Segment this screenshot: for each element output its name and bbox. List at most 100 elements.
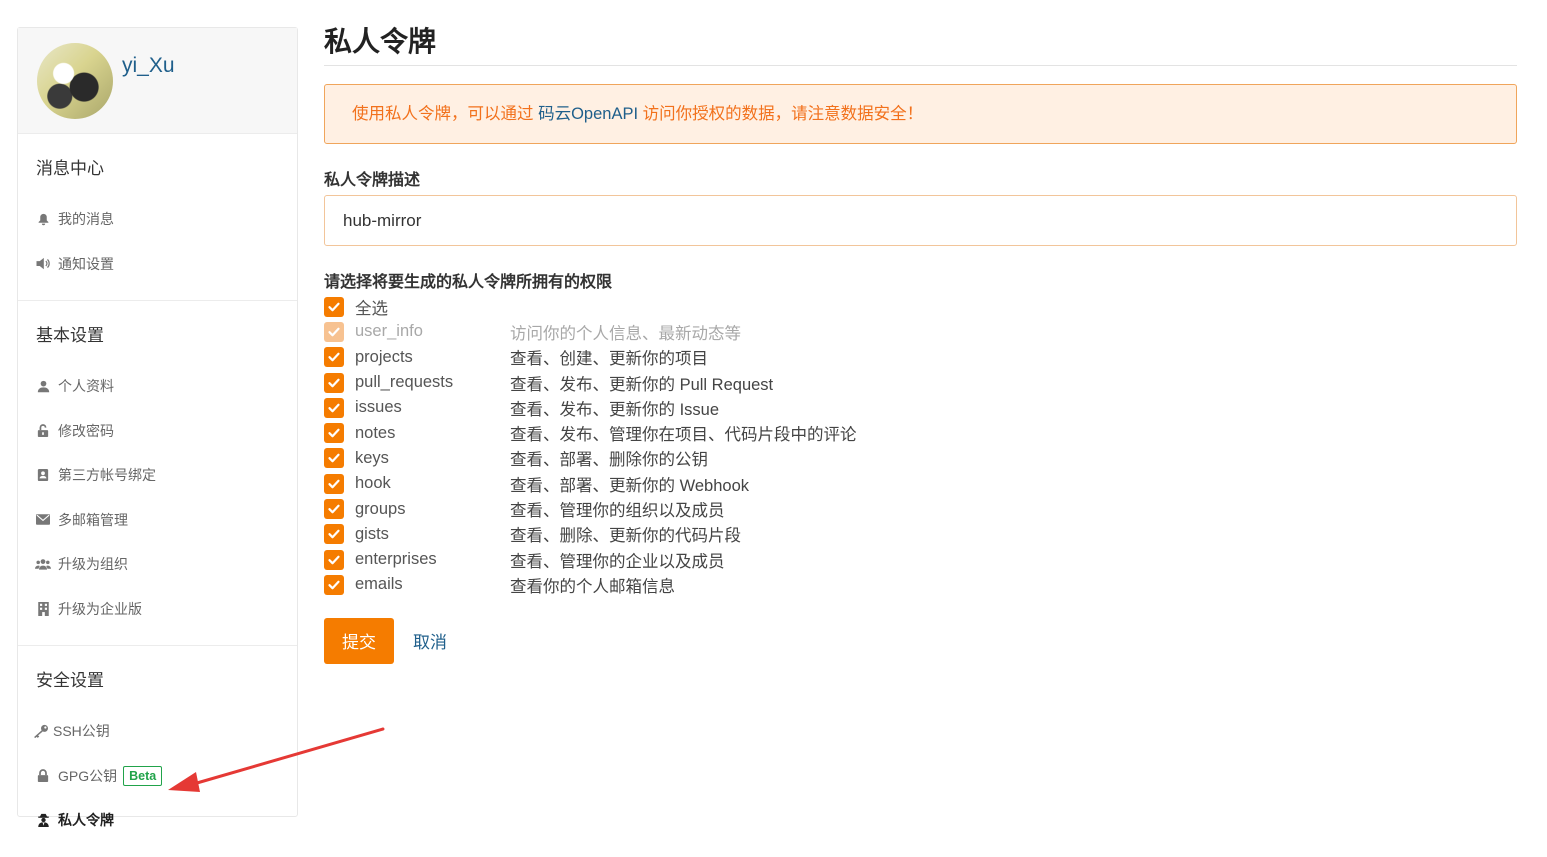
permission-checkbox[interactable] bbox=[324, 372, 344, 393]
sidebar-item-label: 个人资料 bbox=[58, 378, 114, 395]
permission-description: 访问你的个人信息、最新动态等 bbox=[510, 324, 741, 343]
unlock-icon bbox=[35, 423, 51, 438]
section-title: 消息中心 bbox=[36, 159, 104, 178]
notice-text-suffix: 访问你授权的数据，请注意数据安全！ bbox=[638, 105, 924, 123]
profile-header: yi_Xu bbox=[18, 28, 297, 134]
form-actions: 提交 取消 bbox=[324, 617, 1517, 664]
notice-banner: 使用私人令牌，可以通过 码云OpenAPI 访问你授权的数据，请注意数据安全！ bbox=[324, 84, 1517, 144]
address-card-icon bbox=[35, 468, 51, 482]
sidebar-item-change-password[interactable]: 修改密码 bbox=[18, 409, 297, 454]
permission-checkbox bbox=[324, 321, 344, 342]
user-secret-icon bbox=[35, 813, 51, 828]
select-all-label[interactable]: 全选 bbox=[355, 295, 510, 319]
permission-checkbox[interactable] bbox=[324, 473, 344, 494]
permission-description: 查看、发布、更新你的 Issue bbox=[510, 400, 720, 419]
volume-icon bbox=[35, 257, 51, 271]
sidebar-item-email-management[interactable]: 多邮箱管理 bbox=[18, 498, 297, 543]
permission-row: gists 查看、删除、更新你的代码片段 bbox=[324, 522, 1517, 547]
section-title: 基本设置 bbox=[36, 326, 104, 345]
select-all-checkbox[interactable] bbox=[324, 296, 344, 317]
permission-name[interactable]: issues bbox=[355, 398, 510, 417]
permission-description: 查看、删除、更新你的代码片段 bbox=[510, 527, 741, 546]
sidebar-item-upgrade-enterprise[interactable]: 升级为企业版 bbox=[18, 587, 297, 632]
notice-text-prefix: 使用私人令牌，可以通过 bbox=[352, 105, 539, 123]
permissions-label: 请选择将要生成的私人令牌所拥有的权限 bbox=[324, 274, 613, 291]
annotation-arrow bbox=[168, 727, 385, 792]
permission-row: pull_requests 查看、发布、更新你的 Pull Request bbox=[324, 370, 1517, 395]
permission-description: 查看、部署、更新你的 Webhook bbox=[510, 476, 749, 495]
permission-name[interactable]: keys bbox=[355, 449, 510, 468]
sidebar-item-private-tokens[interactable]: 私人令牌 bbox=[18, 798, 297, 843]
permission-name[interactable]: user_info bbox=[355, 322, 510, 341]
key-icon bbox=[33, 724, 49, 739]
permission-name[interactable]: hook bbox=[355, 474, 510, 493]
main-content: 私人令牌 使用私人令牌，可以通过 码云OpenAPI 访问你授权的数据，请注意数… bbox=[324, 20, 1517, 664]
permission-description: 查看、创建、更新你的项目 bbox=[510, 350, 708, 369]
envelope-icon bbox=[35, 513, 51, 527]
section-basic-settings: 基本设置 个人资料 修改密码 第三方帐号绑定 多邮箱管理 升级为组织 升级为企业… bbox=[18, 301, 297, 646]
permission-checkbox[interactable] bbox=[324, 574, 344, 595]
permission-row: issues 查看、发布、更新你的 Issue bbox=[324, 395, 1517, 420]
permission-row: emails 查看你的个人邮箱信息 bbox=[324, 572, 1517, 597]
description-label: 私人令牌描述 bbox=[324, 172, 421, 189]
permission-description: 查看、发布、更新你的 Pull Request bbox=[510, 375, 774, 394]
lock-icon bbox=[35, 768, 51, 783]
permission-checkbox[interactable] bbox=[324, 499, 344, 520]
permission-name[interactable]: groups bbox=[355, 500, 510, 519]
username[interactable]: yi_Xu bbox=[122, 54, 175, 78]
permission-description: 查看你的个人邮箱信息 bbox=[510, 577, 675, 596]
permission-row: hook 查看、部署、更新你的 Webhook bbox=[324, 471, 1517, 496]
permission-row: user_info 访问你的个人信息、最新动态等 bbox=[324, 319, 1517, 344]
permission-checkbox[interactable] bbox=[324, 448, 344, 469]
bell-icon bbox=[35, 212, 51, 226]
permission-description: 查看、部署、删除你的公钥 bbox=[510, 451, 708, 470]
openapi-link[interactable]: 码云OpenAPI bbox=[538, 105, 638, 123]
permission-name[interactable]: projects bbox=[355, 348, 510, 367]
permission-row: projects 查看、创建、更新你的项目 bbox=[324, 345, 1517, 370]
permission-checkbox[interactable] bbox=[324, 347, 344, 368]
permission-row-select-all: 全选 bbox=[324, 294, 1517, 319]
permission-name[interactable]: pull_requests bbox=[355, 373, 510, 392]
section-title: 安全设置 bbox=[36, 671, 104, 690]
sidebar-item-label: SSH公钥 bbox=[53, 723, 110, 740]
permission-row: enterprises 查看、管理你的企业以及成员 bbox=[324, 547, 1517, 572]
cancel-link[interactable]: 取消 bbox=[413, 628, 447, 653]
permission-checkbox[interactable] bbox=[324, 524, 344, 545]
permission-list: 全选 user_info 访问你的个人信息、最新动态等 projects 查看、创建、… bbox=[324, 294, 1517, 598]
permission-checkbox[interactable] bbox=[324, 423, 344, 444]
sidebar-item-label: GPG公钥 bbox=[58, 767, 118, 784]
description-input[interactable] bbox=[324, 195, 1517, 246]
user-icon bbox=[35, 379, 51, 393]
sidebar-item-my-messages[interactable]: 我的消息 bbox=[18, 197, 297, 242]
avatar[interactable] bbox=[37, 43, 113, 119]
permission-checkbox[interactable] bbox=[324, 549, 344, 570]
permission-row: groups 查看、管理你的组织以及成员 bbox=[324, 496, 1517, 521]
sidebar-item-label: 升级为企业版 bbox=[58, 600, 142, 617]
sidebar-item-upgrade-organization[interactable]: 升级为组织 bbox=[18, 542, 297, 587]
permission-description: 查看、管理你的组织以及成员 bbox=[510, 502, 725, 521]
settings-sidebar: yi_Xu 消息中心 我的消息 通知设置 基本设置 个人资料 修改密码 第三方帐… bbox=[17, 27, 298, 828]
sidebar-item-label: 升级为组织 bbox=[58, 556, 128, 573]
sidebar-item-label: 多邮箱管理 bbox=[58, 511, 128, 528]
sidebar-item-notification-settings[interactable]: 通知设置 bbox=[18, 242, 297, 287]
sidebar-item-label: 通知设置 bbox=[58, 255, 114, 272]
users-icon bbox=[35, 557, 51, 571]
permission-row: keys 查看、部署、删除你的公钥 bbox=[324, 446, 1517, 471]
sidebar-item-label: 我的消息 bbox=[58, 211, 114, 228]
beta-badge: Beta bbox=[123, 765, 163, 786]
submit-button[interactable]: 提交 bbox=[324, 617, 394, 664]
sidebar-item-third-party-binding[interactable]: 第三方帐号绑定 bbox=[18, 453, 297, 498]
section-message-center: 消息中心 我的消息 通知设置 bbox=[18, 134, 297, 301]
permission-description: 查看、管理你的企业以及成员 bbox=[510, 552, 725, 571]
permission-name[interactable]: gists bbox=[355, 525, 510, 544]
permission-description: 查看、发布、管理你在项目、代码片段中的评论 bbox=[510, 426, 857, 445]
permission-name[interactable]: notes bbox=[355, 424, 510, 443]
permission-name[interactable]: enterprises bbox=[355, 550, 510, 569]
permission-checkbox[interactable] bbox=[324, 397, 344, 418]
sidebar-item-label: 私人令牌 bbox=[58, 812, 114, 829]
sidebar-item-profile[interactable]: 个人资料 bbox=[18, 364, 297, 409]
page-title: 私人令牌 bbox=[324, 20, 1517, 66]
permission-name[interactable]: emails bbox=[355, 575, 510, 594]
permission-row: notes 查看、发布、管理你在项目、代码片段中的评论 bbox=[324, 420, 1517, 445]
sidebar-item-label: 修改密码 bbox=[58, 422, 114, 439]
